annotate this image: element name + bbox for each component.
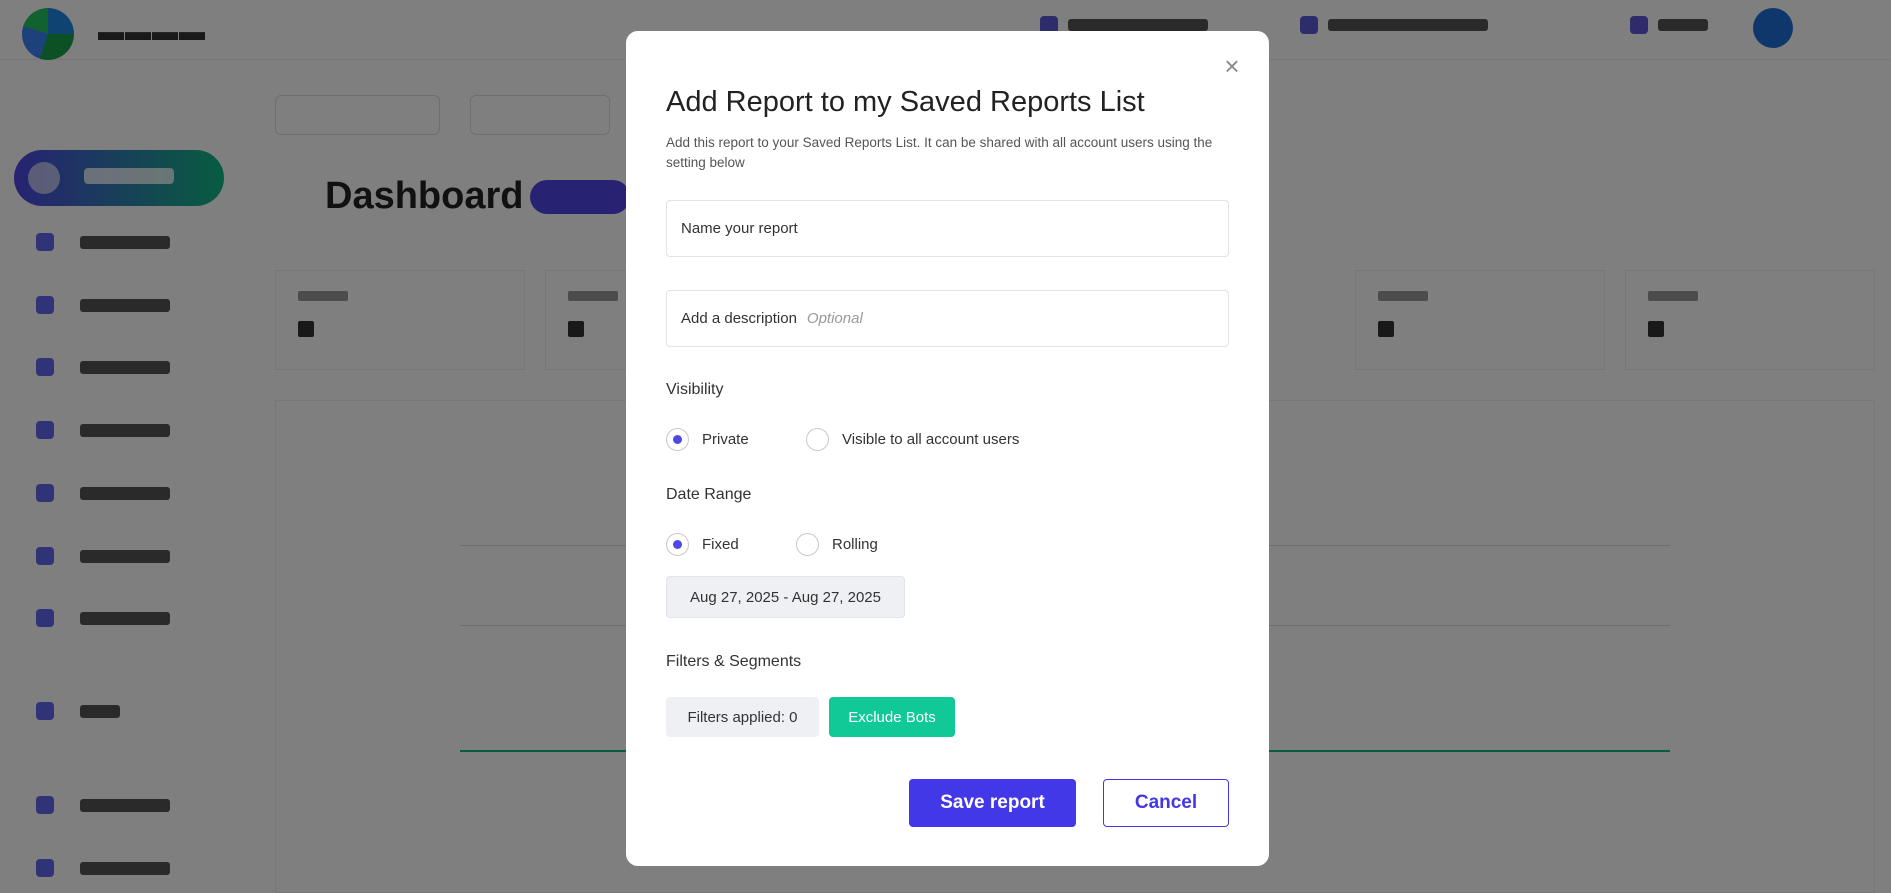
radio-label: Private <box>702 431 749 448</box>
date-range-fixed-radio[interactable]: Fixed <box>666 533 739 556</box>
report-description-input[interactable]: Add a description Optional <box>666 290 1229 347</box>
radio-label: Fixed <box>702 536 739 553</box>
radio-empty-icon <box>806 428 829 451</box>
visibility-all-users-radio[interactable]: Visible to all account users <box>806 428 1019 451</box>
modal-description: Add this report to your Saved Reports Li… <box>666 135 1213 170</box>
date-range-rolling-radio[interactable]: Rolling <box>796 533 878 556</box>
radio-selected-icon <box>666 533 689 556</box>
radio-label: Rolling <box>832 536 878 553</box>
report-name-input[interactable]: Name your report <box>666 200 1229 257</box>
radio-label: Visible to all account users <box>842 431 1020 448</box>
date-range-label: Date Range <box>666 486 752 503</box>
modal-title: Add Report to my Saved Reports List <box>666 86 1145 118</box>
optional-hint: Optional <box>806 310 863 327</box>
radio-empty-icon <box>796 533 819 556</box>
report-name-placeholder: Name your report <box>681 220 798 237</box>
visibility-label: Visibility <box>666 381 724 398</box>
exclude-bots-chip[interactable]: Exclude Bots <box>829 697 955 737</box>
close-icon[interactable]: × <box>1221 53 1243 79</box>
visibility-private-radio[interactable]: Private <box>666 428 749 451</box>
cancel-button[interactable]: Cancel <box>1103 779 1229 827</box>
filters-segments-label: Filters & Segments <box>666 653 802 670</box>
radio-selected-icon <box>666 428 689 451</box>
description-label: Add a description <box>681 310 797 327</box>
save-report-button[interactable]: Save report <box>909 779 1076 827</box>
filters-applied-chip[interactable]: Filters applied: 0 <box>666 697 819 737</box>
date-range-picker[interactable]: Aug 27, 2025 - Aug 27, 2025 <box>666 576 905 618</box>
